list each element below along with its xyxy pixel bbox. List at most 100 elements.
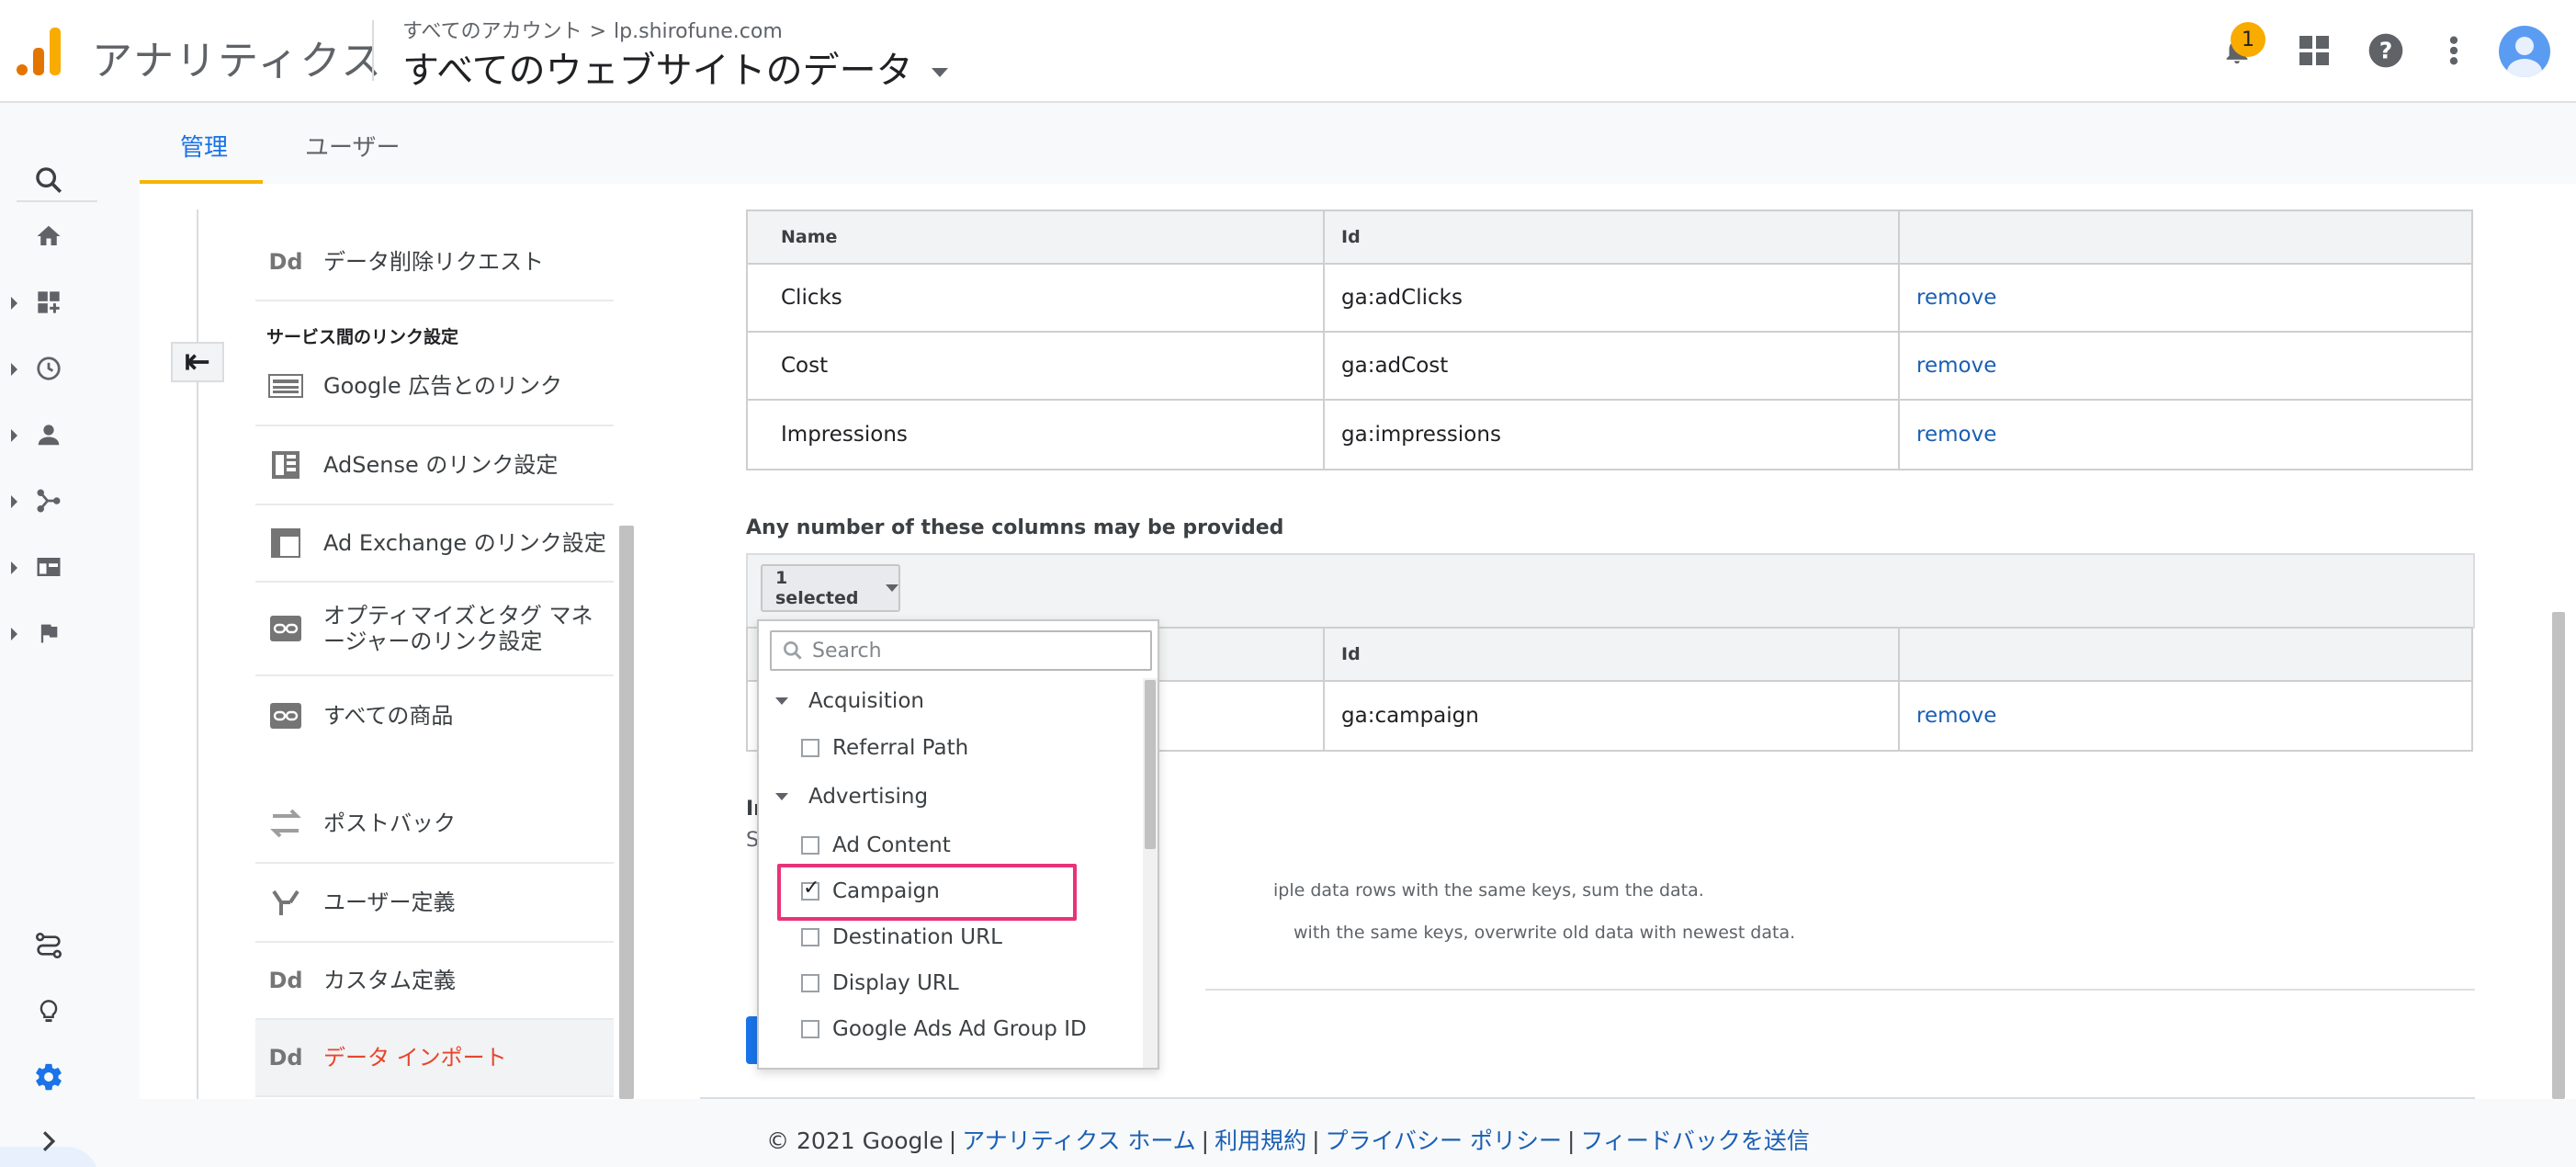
nav-item-label: ポストバック: [323, 810, 456, 836]
nav-item-google-ads-link[interactable]: Google 広告とのリンク: [255, 347, 614, 426]
collapse-triangle-icon: [775, 793, 788, 800]
remove-link[interactable]: remove: [1916, 704, 1996, 728]
cell-id: ga:adCost: [1325, 333, 1900, 399]
checkbox[interactable]: [801, 974, 819, 992]
column-header-action: [1900, 211, 2471, 263]
customization-icon[interactable]: [0, 275, 97, 330]
nav-item-all-products[interactable]: すべての商品: [255, 676, 614, 755]
column-header-name: Name: [748, 211, 1325, 263]
nav-item-optimize-tag-manager-link[interactable]: オプティマイズとタグ マネージャーのリンク設定: [255, 583, 614, 676]
nav-item-label: データ インポート: [323, 1045, 507, 1071]
nav-item-label: カスタム定義: [323, 968, 456, 993]
discover-lightbulb-icon[interactable]: [0, 984, 97, 1039]
option-label: Campaign: [832, 879, 940, 903]
remove-link[interactable]: remove: [1916, 423, 1996, 447]
view-selector[interactable]: すべてのウェブサイトのデータ: [402, 40, 948, 94]
checkbox[interactable]: [801, 1020, 819, 1038]
link-icon: [266, 701, 305, 731]
selector-label: 1 selected: [775, 568, 859, 608]
nav-item-data-import[interactable]: Dd データ インポート: [255, 1020, 614, 1097]
more-vert-icon[interactable]: [2431, 28, 2477, 74]
footer-separator: |: [1566, 1127, 1576, 1154]
checkbox[interactable]: [801, 928, 819, 946]
nav-item-adsense-link[interactable]: AdSense のリンク設定: [255, 426, 614, 505]
overwrite-data-hint: with the same keys, overwrite old data w…: [1294, 923, 1796, 943]
copyright-text: © 2021 Google: [766, 1127, 943, 1154]
dd-icon: Dd: [268, 968, 303, 993]
option-google-ads-ad-group-id[interactable]: Google Ads Ad Group ID: [759, 1007, 1087, 1051]
checkbox[interactable]: [801, 836, 819, 855]
checkbox[interactable]: [801, 739, 819, 757]
footer-link-analytics-home[interactable]: アナリティクス ホーム: [962, 1127, 1195, 1154]
remove-link[interactable]: remove: [1916, 286, 1996, 310]
nav-item-custom-definitions[interactable]: Dd カスタム定義: [255, 943, 614, 1020]
admin-gear-icon[interactable]: [0, 1049, 97, 1105]
option-group-acquisition[interactable]: Acquisition: [759, 678, 924, 724]
conversions-flag-icon[interactable]: [0, 606, 97, 661]
realtime-icon[interactable]: [0, 341, 97, 396]
content-scrollbar[interactable]: [2552, 612, 2565, 1099]
optional-columns-title: Any number of these columns may be provi…: [746, 516, 1284, 539]
tab-admin[interactable]: 管理: [180, 129, 228, 163]
dropdown-search-input[interactable]: [812, 639, 1143, 663]
table-row: Clicks ga:adClicks remove: [748, 265, 2471, 333]
acquisition-icon[interactable]: [0, 473, 97, 528]
option-label: Display URL: [832, 971, 959, 995]
option-display-url[interactable]: Display URL: [759, 961, 959, 1005]
nav-scrollbar[interactable]: [619, 526, 634, 1099]
apps-grid-icon[interactable]: [2291, 28, 2337, 74]
dd-icon: Dd: [268, 249, 303, 275]
column-header-id: Id: [1325, 211, 1900, 263]
footer-link-privacy[interactable]: プライバシー ポリシー: [1326, 1127, 1562, 1154]
remove-link[interactable]: remove: [1916, 354, 1996, 378]
group-label: Advertising: [808, 785, 929, 809]
svg-text:?: ?: [2379, 37, 2393, 63]
checkbox-checked[interactable]: [801, 877, 819, 901]
option-destination-url[interactable]: Destination URL: [759, 915, 1002, 959]
account-avatar[interactable]: [2499, 26, 2550, 77]
home-icon[interactable]: [0, 209, 97, 264]
dropdown-scrollbar[interactable]: [1143, 678, 1158, 1068]
behavior-icon[interactable]: [0, 539, 97, 595]
footer-link-feedback[interactable]: フィードバックを送信: [1580, 1127, 1810, 1154]
columns-multiselect-button[interactable]: 1 selected: [761, 564, 900, 612]
footer-link-terms[interactable]: 利用規約: [1215, 1127, 1306, 1154]
cell-id: ga:campaign: [1325, 682, 1900, 750]
page-footer: © 2021 Google | アナリティクス ホーム | 利用規約 | プライバシー ポリ…: [0, 1123, 2576, 1156]
left-rail: [0, 103, 99, 1167]
help-icon[interactable]: ?: [2363, 28, 2409, 74]
search-icon[interactable]: [0, 153, 97, 208]
search-icon: [784, 641, 802, 660]
option-label: Ad Content: [832, 833, 951, 857]
nav-item-user-definition[interactable]: ユーザー定義: [255, 864, 614, 943]
footer-separator: |: [1312, 1127, 1320, 1154]
nav-item-label: Google 広告とのリンク: [323, 373, 563, 399]
option-campaign[interactable]: Campaign: [759, 869, 940, 913]
admin-tab-bar: 管理 ユーザー: [140, 103, 2576, 184]
dropdown-search-field[interactable]: [770, 630, 1152, 671]
table-header-row: Name Id: [748, 211, 2471, 265]
ad-exchange-icon: [266, 528, 305, 558]
sum-data-hint: iple data rows with the same keys, sum t…: [1273, 880, 1704, 901]
attribution-icon[interactable]: [0, 918, 97, 973]
audience-icon[interactable]: [0, 407, 97, 462]
header-divider: [372, 20, 374, 81]
postback-icon: [266, 809, 305, 838]
nav-item-ad-exchange-link[interactable]: Ad Exchange のリンク設定: [255, 505, 614, 583]
cell-name: Cost: [748, 333, 1325, 399]
analytics-logo[interactable]: [15, 28, 62, 75]
back-button[interactable]: [171, 342, 224, 382]
user-definition-icon: [266, 888, 305, 917]
view-name: すべてのウェブサイトのデータ: [402, 50, 913, 92]
dropdown-scroll-thumb[interactable]: [1145, 680, 1156, 849]
nav-item-postback[interactable]: ポストバック: [255, 785, 614, 864]
collapse-triangle-icon: [775, 697, 788, 705]
option-referral-path[interactable]: Referral Path: [759, 726, 968, 770]
tab-users[interactable]: ユーザー: [305, 129, 400, 163]
nav-item-data-deletion[interactable]: Dd データ削除リクエスト: [255, 224, 614, 301]
option-ad-content[interactable]: Ad Content: [759, 823, 951, 867]
option-group-advertising[interactable]: Advertising: [759, 774, 928, 820]
top-app-bar: アナリティクス すべてのアカウント > lp.shirofune.com すべてのウ…: [0, 0, 2576, 103]
columns-dropdown-menu: Acquisition Referral Path Advertising Ad…: [757, 619, 1159, 1070]
app-name: アナリティクス: [92, 38, 384, 85]
